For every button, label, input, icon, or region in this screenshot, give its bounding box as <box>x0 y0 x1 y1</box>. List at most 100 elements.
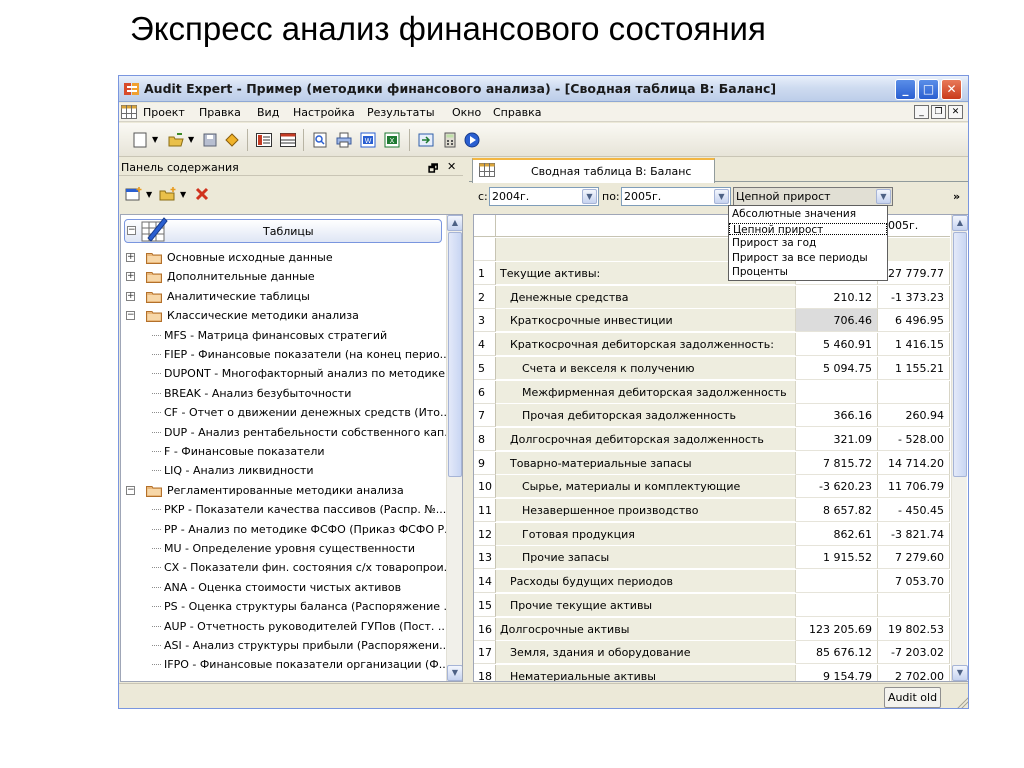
cell-value-2004[interactable] <box>796 380 878 404</box>
cell-value-2005[interactable]: -3 821.74 <box>878 522 950 546</box>
menu-view[interactable]: Вид <box>257 106 279 119</box>
cell-value-2004[interactable]: 366.16 <box>796 404 878 428</box>
cell-value-2004[interactable]: 862.61 <box>796 522 878 546</box>
row-name[interactable]: Прочие текущие активы <box>496 593 796 617</box>
row-name[interactable]: Расходы будущих периодов <box>496 570 796 594</box>
import-icon[interactable] <box>417 131 435 149</box>
add-folder-icon[interactable] <box>159 186 177 202</box>
tree-root-tables[interactable]: − Таблицы <box>124 217 442 243</box>
print-icon[interactable] <box>335 131 353 149</box>
cell-value-2005[interactable]: 1 155.21 <box>878 356 950 380</box>
tree-table-item[interactable]: BREAK - Анализ безубыточности <box>164 384 351 403</box>
row-name[interactable]: Товарно-материальные запасы <box>496 451 796 475</box>
menu-results[interactable]: Результаты <box>367 106 435 119</box>
delete-icon[interactable] <box>195 187 209 201</box>
cell-value-2004[interactable] <box>796 593 878 617</box>
save-icon[interactable] <box>201 131 219 149</box>
row-name[interactable]: Долгосрочные активы <box>496 617 796 641</box>
tree-folder-item[interactable]: Дополнительные данные <box>167 267 315 286</box>
row-name[interactable]: Межфирменная дебиторская задолженность <box>496 380 796 404</box>
word-export-icon[interactable]: W <box>359 131 377 149</box>
tree-table-item[interactable]: DUP - Анализ рентабельности собственного… <box>164 423 455 442</box>
tree-expand-icon[interactable]: − <box>126 311 135 321</box>
menu-project[interactable]: Проект <box>143 106 185 119</box>
tree-table-item[interactable]: F - Финансовые показатели <box>164 442 325 461</box>
chevron-down-icon[interactable]: ▼ <box>876 189 891 204</box>
list-view-icon[interactable] <box>255 131 273 149</box>
cell-value-2004[interactable] <box>796 570 878 594</box>
dropdown-option[interactable]: Прирост за все периоды <box>729 252 887 264</box>
cell-value-2005[interactable]: 1 416.15 <box>878 333 950 357</box>
cell-value-2005[interactable]: 11 706.79 <box>878 475 950 499</box>
cell-value-2005[interactable]: 14 714.20 <box>878 451 950 475</box>
row-name[interactable]: Земля, здания и оборудование <box>496 641 796 665</box>
menu-window[interactable]: Окно <box>452 106 481 119</box>
cell-value-2004[interactable]: 5 460.91 <box>796 333 878 357</box>
tree-expand-icon[interactable]: − <box>126 485 135 495</box>
cell-value-2005[interactable]: -7 203.02 <box>878 641 950 665</box>
close-button[interactable]: ✕ <box>941 79 962 100</box>
mdi-minimize-button[interactable]: _ <box>914 105 929 119</box>
growth-method-select[interactable]: Цепной прирост ▼ <box>733 187 893 206</box>
cell-value-2005[interactable]: 6 496.95 <box>878 309 950 333</box>
cell-value-2004[interactable]: 7 815.72 <box>796 451 878 475</box>
dropdown-option[interactable]: Абсолютные значения <box>729 208 887 220</box>
menu-edit[interactable]: Правка <box>199 106 241 119</box>
tree-table-item[interactable]: AUP - Отчетность руководителей ГУПов (По… <box>164 617 448 636</box>
chevron-down-icon[interactable]: ▼ <box>582 189 597 204</box>
cell-value-2004[interactable]: 85 676.12 <box>796 641 878 665</box>
menu-settings[interactable]: Настройка <box>293 106 355 119</box>
grid-scrollbar[interactable]: ▲ ▼ <box>951 215 968 681</box>
row-name[interactable]: Краткосрочная дебиторская задолженность: <box>496 333 796 357</box>
dropdown-option[interactable]: Прирост за год <box>729 237 887 249</box>
chevron-down-icon[interactable]: ▼ <box>714 189 729 204</box>
cell-value-2004[interactable]: 321.09 <box>796 427 878 451</box>
cell-value-2005[interactable] <box>878 380 950 404</box>
tree-root-collapse-icon[interactable]: − <box>127 226 136 235</box>
row-name[interactable]: Денежные средства <box>496 285 796 309</box>
tree-table-item[interactable]: IFPO - Финансовые показатели организации… <box>164 655 449 674</box>
open-folder-icon[interactable] <box>167 131 185 149</box>
cell-value-2005[interactable]: - 450.45 <box>878 499 950 522</box>
cell-value-2005[interactable]: -1 373.23 <box>878 285 950 309</box>
grid-scroll-thumb[interactable] <box>953 232 967 477</box>
cell-value-2005[interactable]: 260.94 <box>878 404 950 428</box>
row-name[interactable]: Незавершенное производство <box>496 499 796 522</box>
cell-value-2005[interactable]: 2 702.00 <box>878 664 950 681</box>
cell-value-2004[interactable]: -3 620.23 <box>796 475 878 499</box>
calculator-icon[interactable] <box>441 131 459 149</box>
tree-table-item[interactable]: CX - Показатели фин. состояния с/х товар… <box>164 558 454 577</box>
tree-table-item[interactable]: LIQ - Анализ ликвидности <box>164 461 314 480</box>
tree-scroll-up-button[interactable]: ▲ <box>447 215 462 231</box>
row-name[interactable]: Прочая дебиторская задолженность <box>496 404 796 428</box>
tree-scroll-down-button[interactable]: ▼ <box>447 665 462 681</box>
title-bar[interactable]: Audit Expert - Пример (методики финансов… <box>119 76 968 102</box>
table-view-icon[interactable] <box>279 131 297 149</box>
tree-table-item[interactable]: MFS - Матрица финансовых стратегий <box>164 326 387 345</box>
row-name[interactable]: Долгосрочная дебиторская задолженность <box>496 427 796 451</box>
dropdown-option[interactable]: Проценты <box>729 266 887 278</box>
to-period-select[interactable]: 2005г. ▼ <box>621 187 731 206</box>
panel-close-icon[interactable]: ✕ <box>447 160 456 173</box>
mdi-restore-button[interactable]: ❐ <box>931 105 946 119</box>
add-table-dropdown-icon[interactable]: ▼ <box>146 190 152 199</box>
grid-scroll-down-button[interactable]: ▼ <box>952 665 968 681</box>
tree-expand-icon[interactable]: + <box>126 291 135 301</box>
tree-table-item[interactable]: FIEP - Финансовые показатели (на конец п… <box>164 345 450 364</box>
cell-value-2005[interactable] <box>878 593 950 617</box>
grid-scroll-up-button[interactable]: ▲ <box>952 215 968 231</box>
tree-table-item[interactable]: PS - Оценка структуры баланса (Распоряже… <box>164 597 454 616</box>
new-dropdown-arrow-icon[interactable]: ▼ <box>152 135 158 144</box>
resize-grip[interactable] <box>956 696 968 708</box>
cell-value-2005[interactable]: 27 779.77 <box>878 262 950 285</box>
mdi-close-button[interactable]: ✕ <box>948 105 963 119</box>
add-table-icon[interactable] <box>125 186 143 202</box>
wizard-icon[interactable] <box>223 131 241 149</box>
run-icon[interactable] <box>463 131 481 149</box>
cell-value-2004[interactable]: 706.46 <box>796 309 878 333</box>
tree-table-item[interactable]: ASI - Анализ структуры прибыли (Распоряж… <box>164 636 450 655</box>
tree-table-item[interactable]: CF - Отчет о движении денежных средств (… <box>164 403 450 422</box>
tree-folder-item[interactable]: Основные исходные данные <box>167 248 333 267</box>
cell-value-2004[interactable]: 1 915.52 <box>796 546 878 570</box>
audit-old-button[interactable]: Audit old <box>884 687 941 708</box>
